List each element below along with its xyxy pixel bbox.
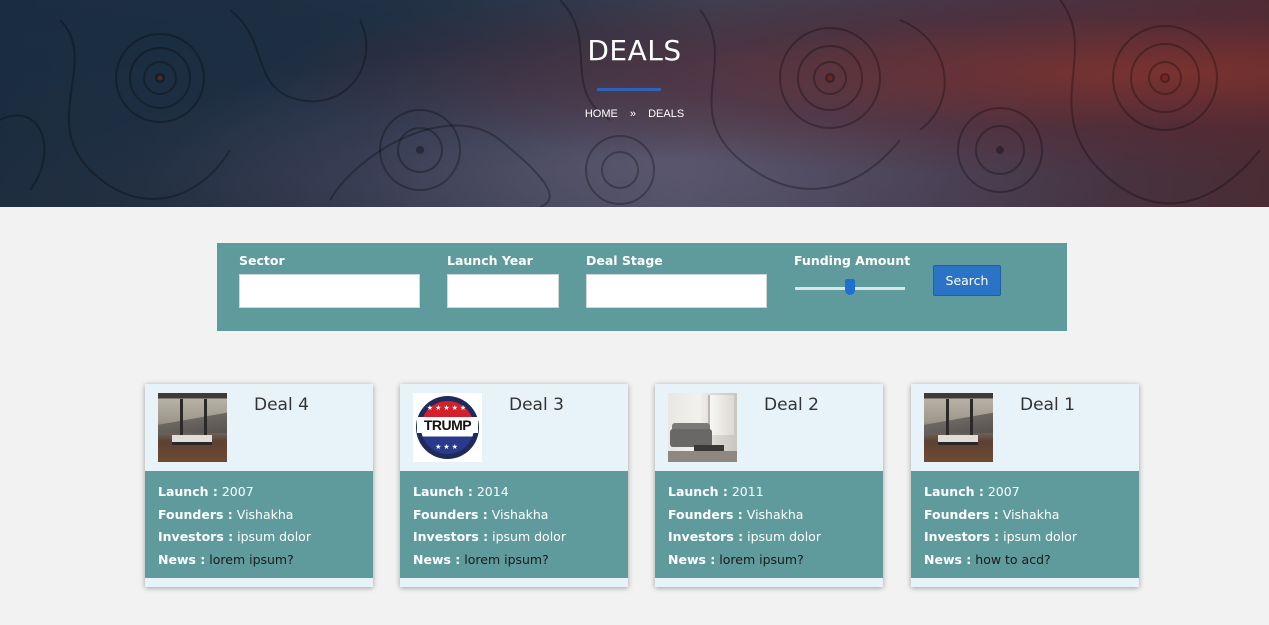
deal-card[interactable]: Deal 2 Launch : 2011 Founders : Vishakha…	[655, 384, 883, 587]
deal-thumbnail	[158, 393, 227, 462]
deal-investors: Investors : ipsum dolor	[924, 529, 1077, 544]
deal-title[interactable]: Deal 2	[764, 395, 819, 415]
deal-details: Launch : 2011 Founders : Vishakha Invest…	[655, 471, 883, 578]
deal-investors: Investors : ipsum dolor	[413, 529, 566, 544]
bedroom-photo-icon	[924, 393, 993, 462]
deal-founders: Founders : Vishakha	[413, 506, 549, 522]
hero-banner: DEALS HOME » DEALS	[0, 0, 1269, 207]
deal-details: Launch : 2014 Founders : Vishakha Invest…	[400, 471, 628, 578]
deal-launch: Launch : 2014	[413, 484, 509, 499]
deal-launch: Launch : 2007	[158, 484, 254, 499]
funding-amount-label: Funding Amount	[794, 253, 911, 268]
deal-card[interactable]: Deal 4 Launch : 2007 Founders : Vishakha…	[145, 384, 373, 587]
deal-filter-bar: Sector Launch Year Deal Stage Funding Am…	[217, 243, 1067, 331]
deal-news: News : lorem ipsum?	[158, 551, 294, 567]
launch-year-label: Launch Year	[447, 253, 533, 268]
deal-details: Launch : 2007 Founders : Vishakha Invest…	[911, 471, 1139, 578]
deal-details: Launch : 2007 Founders : Vishakha Invest…	[145, 471, 373, 578]
sector-input[interactable]	[239, 274, 420, 308]
breadcrumb-home-link[interactable]: HOME	[585, 108, 618, 120]
deal-title[interactable]: Deal 4	[254, 395, 309, 415]
deal-founders: Founders : Vishakha	[924, 506, 1060, 522]
funding-amount-slider-thumb[interactable]	[845, 279, 855, 295]
deal-card[interactable]: Deal 1 Launch : 2007 Founders : Vishakha…	[911, 384, 1139, 587]
breadcrumb-current: DEALS	[648, 108, 685, 121]
deal-founders: Founders : Vishakha	[668, 506, 804, 522]
deal-founders: Founders : Vishakha	[158, 506, 294, 522]
search-button[interactable]: Search	[933, 265, 1001, 296]
deal-launch: Launch : 2011	[668, 484, 764, 499]
deal-card[interactable]: ★★★★★ TRUMP ★★★ Deal 3 Launch : 2014 Fou…	[400, 384, 628, 587]
title-underline	[597, 88, 661, 91]
deal-stage-label: Deal Stage	[586, 253, 663, 268]
deal-news: News : lorem ipsum?	[413, 551, 549, 567]
deal-investors: Investors : ipsum dolor	[158, 529, 311, 544]
launch-year-input[interactable]	[447, 274, 559, 308]
campaign-button-icon: ★★★★★ TRUMP ★★★	[413, 393, 482, 462]
deal-stage-input[interactable]	[586, 274, 767, 308]
page-title: DEALS	[587, 34, 682, 67]
deal-news: News : lorem ipsum?	[668, 551, 804, 567]
deal-news: News : how to acd?	[924, 551, 1051, 567]
paisley-pattern	[0, 0, 1261, 207]
deal-launch: Launch : 2007	[924, 484, 1020, 499]
living-room-photo-icon	[668, 393, 737, 462]
deal-thumbnail	[924, 393, 993, 462]
breadcrumb: HOME » DEALS	[0, 108, 1269, 120]
sector-label: Sector	[239, 253, 285, 268]
deal-thumbnail: ★★★★★ TRUMP ★★★	[413, 393, 482, 462]
deal-title[interactable]: Deal 1	[1020, 395, 1075, 415]
deal-investors: Investors : ipsum dolor	[668, 529, 821, 544]
bedroom-photo-icon	[158, 393, 227, 462]
breadcrumb-separator-icon: »	[629, 108, 637, 121]
deal-thumbnail	[668, 393, 737, 462]
deal-title[interactable]: Deal 3	[509, 395, 564, 415]
